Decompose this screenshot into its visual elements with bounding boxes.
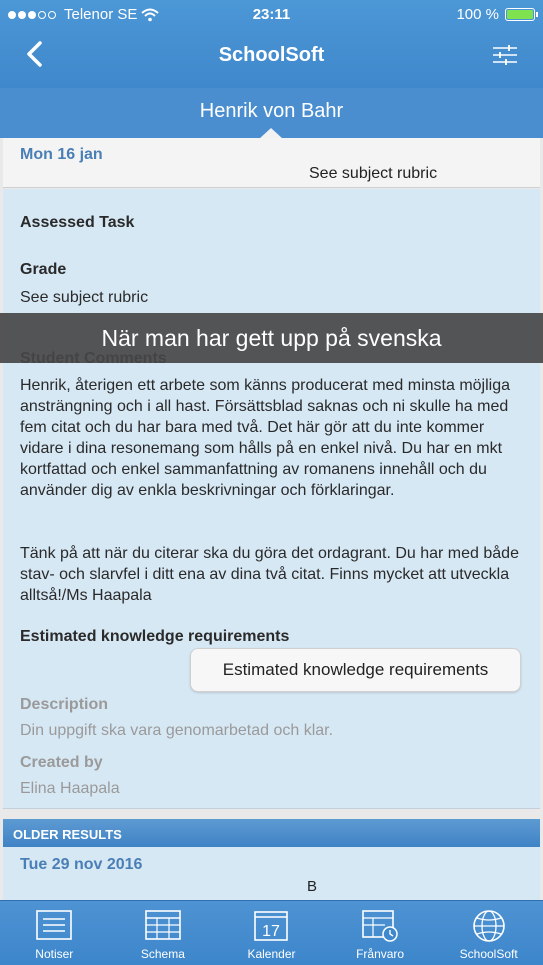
- tab-label: Notiser: [35, 947, 74, 961]
- absence-icon: [362, 910, 398, 942]
- created-by-value: Elina Haapala: [20, 780, 120, 797]
- tab-notiser[interactable]: Notiser: [0, 901, 109, 965]
- assessed-task-label: Assessed Task: [20, 214, 135, 231]
- comment-paragraph-1: Henrik, återigen ett arbete som känns pr…: [20, 377, 511, 499]
- result-detail-panel: Assessed Task Grade See subject rubric S…: [3, 189, 540, 809]
- student-header: Henrik von Bahr: [0, 88, 543, 139]
- older-result-value: B: [307, 878, 318, 895]
- tab-kalender[interactable]: 17 Kalender: [217, 901, 326, 965]
- current-result-row[interactable]: Mon 16 jan See subject rubric: [3, 138, 540, 188]
- tab-label: Kalender: [247, 947, 296, 961]
- tab-schema[interactable]: Schema: [109, 901, 218, 965]
- battery-percent: 100 %: [456, 6, 499, 23]
- created-by-label: Created by: [20, 754, 103, 771]
- tab-label: Frånvaro: [356, 947, 405, 961]
- globe-icon: [472, 910, 505, 942]
- caption-overlay: När man har gett upp på svenska: [0, 313, 543, 363]
- result-date: Mon 16 jan: [20, 146, 103, 163]
- status-bar: Telenor SE 23:11 100 %: [0, 0, 543, 28]
- top-bar: Telenor SE 23:11 100 % SchoolSoft: [0, 0, 543, 88]
- tab-bar: Notiser Schema 17 Kalender Frånvaro Scho…: [0, 900, 543, 965]
- tab-label: SchoolSoft: [459, 947, 518, 961]
- filter-settings-icon[interactable]: [491, 44, 519, 66]
- schedule-icon: [145, 910, 181, 940]
- results-content: Mon 16 jan See subject rubric Assessed T…: [0, 138, 543, 900]
- ekr-label: Estimated knowledge requirements: [20, 628, 290, 645]
- older-results-header: OLDER RESULTS: [3, 819, 540, 847]
- comment-paragraph-2: Tänk på att när du citerar ska du göra d…: [20, 545, 519, 604]
- notices-icon: [36, 910, 73, 940]
- student-name: Henrik von Bahr: [199, 100, 344, 122]
- grade-value: See subject rubric: [20, 289, 149, 306]
- tab-franvaro[interactable]: Frånvaro: [326, 901, 435, 965]
- ekr-button[interactable]: Estimated knowledge requirements: [190, 648, 521, 692]
- app-title: SchoolSoft: [218, 44, 325, 66]
- description-label: Description: [20, 696, 109, 713]
- battery-icon: [505, 8, 538, 21]
- description-value: Din uppgift ska vara genomarbetad och kl…: [20, 722, 334, 739]
- result-value: See subject rubric: [309, 165, 438, 182]
- older-result-date: Tue 29 nov 2016: [20, 856, 143, 873]
- status-right: 100 %: [456, 6, 538, 23]
- older-result-row[interactable]: Tue 29 nov 2016 B: [3, 847, 540, 900]
- calendar-icon: 17: [254, 911, 289, 941]
- tab-label: Schema: [140, 947, 185, 961]
- grade-label: Grade: [20, 261, 67, 278]
- calendar-day-number: 17: [263, 923, 281, 940]
- tab-schoolsoft[interactable]: SchoolSoft: [434, 901, 543, 965]
